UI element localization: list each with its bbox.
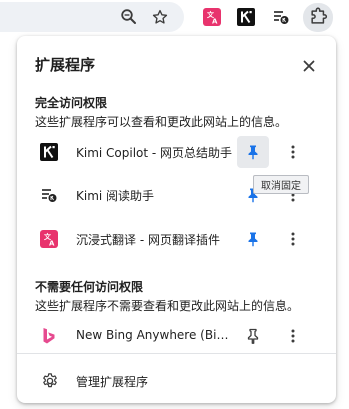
extension-name: Kimi Copilot - 网页总结助手 xyxy=(76,146,233,160)
extension-name: New Bing Anywhere (Bing Chat) xyxy=(76,328,236,342)
gear-icon xyxy=(40,371,60,391)
pin-outline-icon[interactable] xyxy=(237,320,269,352)
close-icon[interactable] xyxy=(299,56,319,76)
immersive-translate-icon[interactable]: 文 A xyxy=(200,5,224,29)
zoom-icon[interactable] xyxy=(117,5,141,29)
browser-toolbar: 文 A xyxy=(0,0,349,34)
unpin-tooltip: 取消固定 xyxy=(253,175,309,194)
svg-text:A: A xyxy=(212,18,218,26)
extensions-popup: 扩展程序 完全访问权限 这些扩展程序可以查看和更改此网站上的信息。 Kimi C… xyxy=(17,36,336,403)
more-options-icon[interactable] xyxy=(283,227,303,251)
divider xyxy=(17,353,336,354)
pin-icon[interactable] xyxy=(237,136,269,168)
section-full-access-title: 完全访问权限 xyxy=(35,96,108,110)
extension-name: Kimi 阅读助手 xyxy=(76,189,155,203)
kimi-icon[interactable] xyxy=(234,5,258,29)
popup-title: 扩展程序 xyxy=(35,56,96,74)
section-full-access-description: 这些扩展程序可以查看和更改此网站上的信息。 xyxy=(35,115,288,129)
bing-icon xyxy=(39,326,59,346)
kimi-k-icon xyxy=(39,142,59,162)
more-options-icon[interactable] xyxy=(283,324,303,348)
immersive-translate-icon: 文 A xyxy=(39,229,59,249)
section-no-access-description: 这些扩展程序不需要查看和更改此网站上的信息。 xyxy=(35,299,300,313)
manage-extensions-label: 管理扩展程序 xyxy=(76,375,149,389)
pin-icon[interactable] xyxy=(237,223,269,255)
kimi-reader-icon[interactable] xyxy=(269,5,293,29)
more-options-icon[interactable] xyxy=(283,140,303,164)
bookmark-star-icon[interactable] xyxy=(148,5,172,29)
extension-row-new-bing[interactable]: New Bing Anywhere (Bing Chat) xyxy=(17,317,336,355)
extension-row-kimi-copilot[interactable]: Kimi Copilot - 网页总结助手 xyxy=(17,133,336,171)
kimi-reader-icon xyxy=(39,185,59,205)
extension-name: 沉浸式翻译 - 网页翻译插件 xyxy=(76,233,220,247)
manage-extensions-button[interactable]: 管理扩展程序 xyxy=(17,363,336,399)
extension-row-immersive-translate[interactable]: 文 A 沉浸式翻译 - 网页翻译插件 xyxy=(17,220,336,258)
svg-text:A: A xyxy=(49,240,55,248)
extensions-puzzle-icon[interactable] xyxy=(306,5,330,29)
section-no-access-title: 不需要任何访问权限 xyxy=(35,280,144,294)
